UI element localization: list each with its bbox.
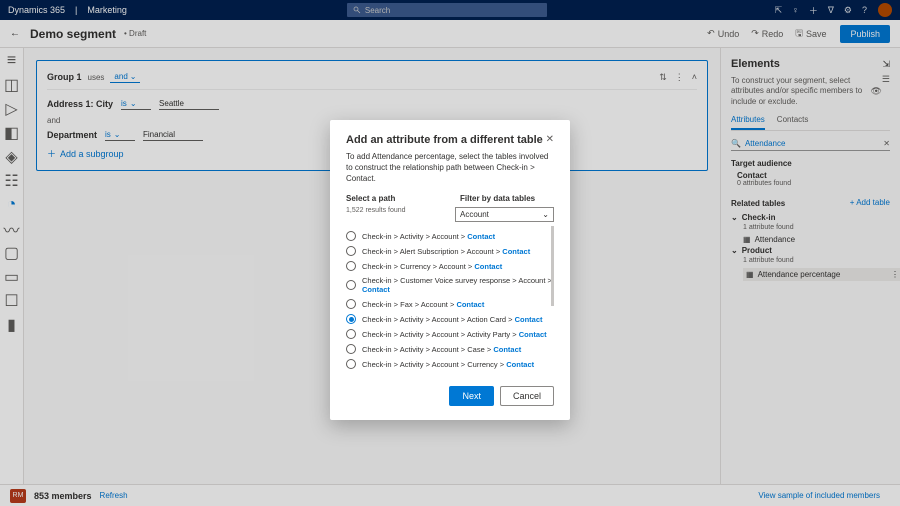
path-list: Check-in > Activity > Account > Contact C…: [346, 226, 554, 374]
path-option[interactable]: Check-in > Activity > Account > Case > C…: [346, 344, 554, 354]
scrollbar-thumb[interactable]: [551, 226, 554, 306]
modal-description: To add Attendance percentage, select the…: [346, 152, 554, 184]
path-text: Check-in > Activity > Account > Currency…: [362, 360, 534, 369]
path-option[interactable]: Check-in > Customer Voice survey respons…: [346, 276, 554, 294]
filter-label: Filter by data tables: [460, 194, 554, 203]
path-option[interactable]: Check-in > Alert Subscription > Account …: [346, 246, 554, 256]
radio-icon: [346, 359, 356, 369]
radio-icon: [346, 261, 356, 271]
path-text: Check-in > Activity > Account > Activity…: [362, 330, 547, 339]
path-option[interactable]: Check-in > Activity > Account > Contact: [346, 231, 554, 241]
add-attribute-modal: Add an attribute from a different table …: [330, 120, 570, 420]
chevron-down-icon: ⌄: [542, 210, 549, 219]
path-text: Check-in > Currency > Account > Contact: [362, 262, 502, 271]
radio-icon: [346, 299, 356, 309]
next-button[interactable]: Next: [449, 386, 494, 406]
path-option[interactable]: Check-in > Fax > Account > Contact: [346, 299, 554, 309]
radio-icon: [346, 344, 356, 354]
path-text: Check-in > Fax > Account > Contact: [362, 300, 484, 309]
path-option[interactable]: Check-in > Activity > Account > Action C…: [346, 314, 554, 324]
cancel-button[interactable]: Cancel: [500, 386, 554, 406]
filter-dropdown[interactable]: Account⌄: [455, 207, 554, 222]
path-text: Check-in > Customer Voice survey respons…: [362, 276, 554, 294]
results-count: 1,522 results found: [346, 207, 435, 214]
radio-icon: [346, 314, 356, 324]
radio-icon: [346, 280, 356, 290]
path-text: Check-in > Alert Subscription > Account …: [362, 247, 530, 256]
close-icon[interactable]: ✕: [546, 134, 554, 145]
path-text: Check-in > Activity > Account > Action C…: [362, 315, 543, 324]
path-text: Check-in > Activity > Account > Case > C…: [362, 345, 521, 354]
select-path-label: Select a path: [346, 194, 440, 203]
path-option[interactable]: Check-in > Activity > Account > Currency…: [346, 359, 554, 369]
radio-icon: [346, 231, 356, 241]
modal-title: Add an attribute from a different table: [346, 134, 543, 146]
path-option[interactable]: Check-in > Currency > Account > Contact: [346, 261, 554, 271]
path-text: Check-in > Activity > Account > Contact: [362, 232, 495, 241]
radio-icon: [346, 329, 356, 339]
path-option[interactable]: Check-in > Activity > Account > Activity…: [346, 329, 554, 339]
radio-icon: [346, 246, 356, 256]
